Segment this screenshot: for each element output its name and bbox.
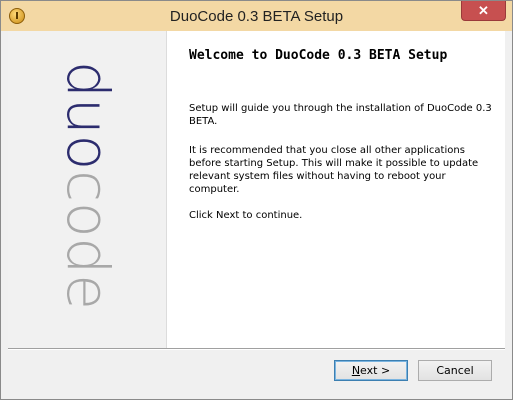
close-icon: ✕ [478, 3, 489, 18]
svg-text:duocode: duocode [54, 61, 122, 310]
welcome-banner: duocode [8, 31, 167, 348]
logo-code-text: code [54, 170, 122, 310]
footer-separator [8, 348, 505, 350]
cancel-button[interactable]: Cancel [418, 360, 492, 381]
welcome-heading: Welcome to DuoCode 0.3 BETA Setup [189, 48, 448, 63]
continue-instruction: Click Next to continue. [189, 210, 303, 221]
next-label: ext > [360, 364, 391, 377]
duocode-logo: duocode [54, 61, 122, 310]
next-mnemonic: N [351, 364, 361, 377]
next-button[interactable]: Next > [334, 360, 408, 381]
welcome-content: Welcome to DuoCode 0.3 BETA Setup Setup … [167, 31, 505, 348]
installer-window: DuoCode 0.3 BETA Setup ✕ duocode Welcome… [0, 0, 513, 400]
close-button[interactable]: ✕ [461, 1, 506, 21]
intro-paragraph: Setup will guide you through the install… [189, 103, 492, 127]
title-bar[interactable]: DuoCode 0.3 BETA Setup ✕ [1, 1, 512, 31]
window-title: DuoCode 0.3 BETA Setup [169, 8, 344, 25]
recommendation-paragraph: It is recommended that you close all oth… [189, 145, 479, 195]
wizard-frame: duocode Welcome to DuoCode 0.3 BETA Setu… [8, 31, 505, 392]
logo-duo-text: duo [54, 61, 122, 170]
